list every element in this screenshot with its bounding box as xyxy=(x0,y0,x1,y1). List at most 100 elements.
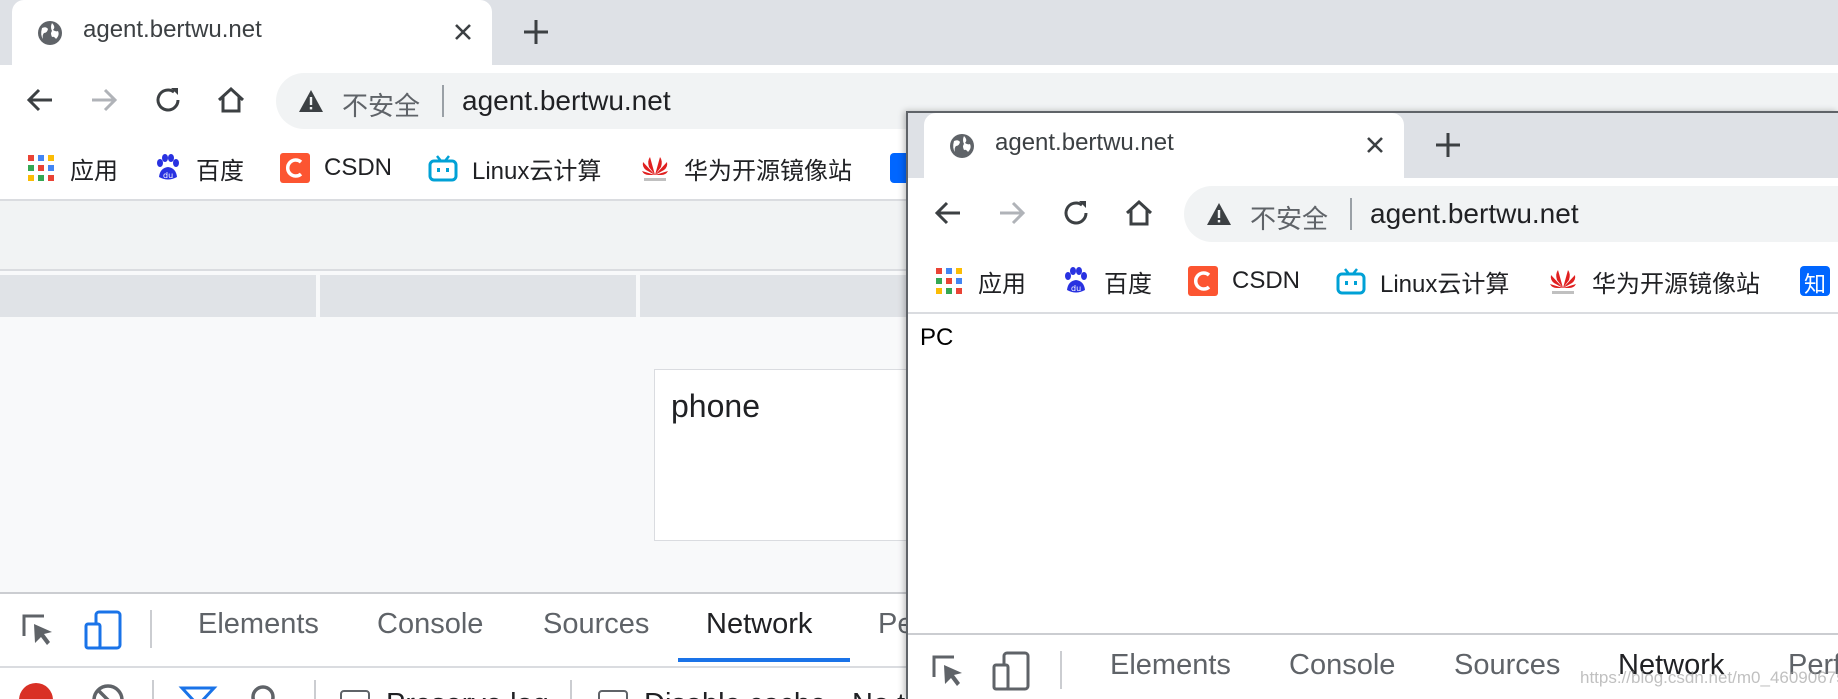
security-label[interactable]: 不安全 xyxy=(1250,199,1328,236)
home-icon[interactable] xyxy=(213,82,249,118)
bookmark-csdn[interactable]: CSDN xyxy=(280,150,392,186)
devtools-panel: Elements Console Sources Network Perf xyxy=(908,633,1838,699)
svg-text:du: du xyxy=(1071,284,1081,293)
bookmark-csdn[interactable]: CSDN xyxy=(1188,263,1300,299)
csdn-c-icon xyxy=(1188,266,1218,296)
bookmark-label: 知 xyxy=(1804,272,1827,297)
bookmark-label: 应用 xyxy=(70,157,118,185)
back-arrow-icon[interactable] xyxy=(22,82,58,118)
back-arrow-icon[interactable] xyxy=(930,195,966,231)
url-text[interactable]: agent.bertwu.net xyxy=(462,85,671,117)
disable-cache-label: Disable cache xyxy=(644,688,826,699)
globe-icon xyxy=(950,134,974,158)
throttling-select[interactable]: No t xyxy=(852,688,905,699)
inspect-element-icon[interactable] xyxy=(928,651,968,691)
toolbar-divider xyxy=(570,680,572,699)
preserve-log-label: Preserve log xyxy=(386,688,549,699)
search-icon[interactable] xyxy=(246,680,286,699)
url-text[interactable]: agent.bertwu.net xyxy=(1370,198,1579,230)
bookmark-label: Linux云计算 xyxy=(472,157,602,185)
apps-grid-icon xyxy=(936,268,962,294)
record-icon[interactable] xyxy=(16,680,56,699)
close-icon[interactable] xyxy=(448,17,478,47)
tab-title: agent.bertwu.net xyxy=(83,16,262,43)
tab-sources[interactable]: Sources xyxy=(543,608,649,641)
bookmark-label: CSDN xyxy=(324,154,393,181)
tab-strip: agent.bertwu.net xyxy=(0,0,1838,65)
apps-grid-icon xyxy=(28,155,54,181)
toolbar-divider xyxy=(150,610,152,648)
bookmark-huawei-mirror[interactable]: 华为开源镜像站 xyxy=(640,150,852,186)
warning-triangle-icon[interactable] xyxy=(298,89,324,113)
tab-network[interactable]: Network xyxy=(706,608,812,641)
bookmark-linux-cloud[interactable]: Linux云计算 xyxy=(1336,263,1509,299)
home-icon[interactable] xyxy=(1121,195,1157,231)
security-label[interactable]: 不安全 xyxy=(342,86,420,123)
bookmarks-bar: 应用 du 百度 CSDN Linux云计算 xyxy=(908,250,1838,314)
huawei-logo-icon xyxy=(642,157,668,181)
new-tab-plus-icon[interactable] xyxy=(518,14,554,50)
toolbar-divider xyxy=(152,680,154,699)
bookmark-label: 华为开源镜像站 xyxy=(1592,270,1760,298)
address-bar[interactable]: 不安全 agent.bertwu.net xyxy=(1184,186,1838,242)
page-content: PC xyxy=(908,314,1838,614)
bookmark-apps[interactable]: 应用 xyxy=(26,150,118,186)
browser-tab[interactable]: agent.bertwu.net xyxy=(924,113,1404,178)
bookmark-label: CSDN xyxy=(1232,267,1301,294)
bilibili-tv-icon xyxy=(428,155,458,182)
browser-tab[interactable]: agent.bertwu.net xyxy=(12,0,492,65)
tab-console[interactable]: Console xyxy=(377,608,483,641)
bookmark-linux-cloud[interactable]: Linux云计算 xyxy=(428,150,601,186)
bookmark-label: 华为开源镜像站 xyxy=(684,157,852,185)
toolbar-divider xyxy=(1060,651,1062,689)
tab-sources[interactable]: Sources xyxy=(1454,649,1560,682)
media-query-bar[interactable] xyxy=(0,275,920,317)
media-query-segment[interactable] xyxy=(320,275,636,317)
toolbar-divider xyxy=(314,680,316,699)
baidu-paw-icon: du xyxy=(157,154,179,180)
csdn-c-icon xyxy=(280,153,310,183)
reload-icon[interactable] xyxy=(1058,195,1094,231)
device-toggle-icon[interactable] xyxy=(992,651,1032,691)
inspect-element-icon[interactable] xyxy=(18,610,58,650)
preserve-log-checkbox[interactable] xyxy=(340,690,370,699)
close-icon[interactable] xyxy=(1360,130,1390,160)
bookmark-label: 百度 xyxy=(196,157,244,185)
filter-funnel-icon[interactable] xyxy=(178,680,218,699)
bookmark-zhihu[interactable]: 知 xyxy=(1800,263,1838,299)
warning-triangle-icon[interactable] xyxy=(1206,202,1232,226)
omnibox-separator xyxy=(442,85,444,117)
bilibili-tv-icon xyxy=(1336,268,1366,295)
page-text: PC xyxy=(920,324,954,351)
viewport-text: phone xyxy=(671,388,760,424)
bookmark-baidu[interactable]: du 百度 xyxy=(1060,263,1152,299)
tab-console[interactable]: Console xyxy=(1289,649,1395,682)
bookmark-huawei-mirror[interactable]: 华为开源镜像站 xyxy=(1548,263,1760,299)
huawei-logo-icon xyxy=(1550,270,1576,294)
navigation-toolbar: 不安全 agent.bertwu.net xyxy=(908,178,1838,250)
new-tab-plus-icon[interactable] xyxy=(1430,127,1466,163)
tab-title: agent.bertwu.net xyxy=(995,129,1174,156)
tab-elements[interactable]: Elements xyxy=(198,608,319,641)
media-query-segment[interactable] xyxy=(640,275,920,317)
disable-cache-checkbox[interactable] xyxy=(598,690,628,699)
bookmark-label: Linux云计算 xyxy=(1380,270,1510,298)
clear-icon[interactable] xyxy=(88,680,128,699)
browser-window-front: agent.bertwu.net 不安全 agent.bertwu.net 应用… xyxy=(906,111,1838,699)
tab-elements[interactable]: Elements xyxy=(1110,649,1231,682)
media-query-segment[interactable] xyxy=(0,275,316,317)
tab-strip: agent.bertwu.net xyxy=(908,113,1838,178)
bookmark-label: 百度 xyxy=(1104,270,1152,298)
device-toggle-icon[interactable] xyxy=(84,610,124,650)
forward-arrow-icon[interactable] xyxy=(994,195,1030,231)
omnibox-separator xyxy=(1350,198,1352,230)
bookmark-label: 应用 xyxy=(978,270,1026,298)
bookmark-apps[interactable]: 应用 xyxy=(934,263,1026,299)
forward-arrow-icon[interactable] xyxy=(86,82,122,118)
svg-text:du: du xyxy=(163,171,173,180)
active-tab-indicator xyxy=(678,658,850,662)
reload-icon[interactable] xyxy=(150,82,186,118)
globe-icon xyxy=(38,21,62,45)
device-toolbar xyxy=(0,201,920,271)
bookmark-baidu[interactable]: du 百度 xyxy=(152,150,244,186)
